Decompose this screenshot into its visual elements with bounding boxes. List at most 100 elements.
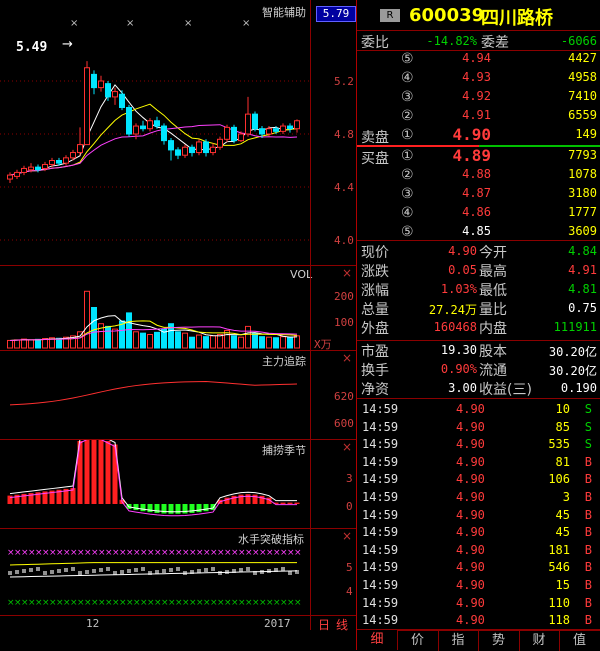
tick-row[interactable]: 14:594.9010S	[360, 402, 596, 419]
tick-side: B	[585, 525, 592, 539]
candle-body	[274, 129, 279, 132]
ask-price: 4.93	[447, 70, 491, 84]
volume-chart[interactable]	[0, 266, 310, 350]
stat-label: 最高	[479, 261, 507, 281]
candle-body	[176, 150, 181, 155]
season-bar	[197, 504, 202, 512]
tick-volume: 81	[556, 455, 570, 469]
tick-row[interactable]: 14:594.9045B	[360, 508, 596, 525]
stat-value: 30.20亿	[517, 343, 597, 360]
tick-row[interactable]: 14:594.90110B	[360, 596, 596, 613]
candle-body	[57, 161, 62, 164]
tick-side: B	[585, 596, 592, 610]
stat-value: 4.91	[517, 263, 597, 277]
stock-code: 600039	[409, 5, 484, 26]
stat-value: 19.30	[397, 343, 477, 357]
volume-bar	[8, 340, 13, 348]
tick-row[interactable]: 14:594.90546B	[360, 560, 596, 577]
sailor-mark-top: ×	[294, 548, 302, 558]
tick-time: 14:59	[362, 596, 398, 610]
candle-body	[148, 121, 153, 129]
x-axis-line	[0, 615, 356, 616]
candle-body	[113, 92, 118, 97]
tick-row[interactable]: 14:594.9081B	[360, 455, 596, 472]
volume-bar	[204, 337, 209, 348]
candle-body	[218, 139, 223, 147]
tab-1[interactable]: 价	[398, 630, 439, 651]
candle-body	[71, 153, 76, 158]
tick-side: B	[585, 613, 592, 627]
tick-price: 4.90	[456, 560, 485, 574]
stat-value: 0.190	[517, 381, 597, 395]
divider	[357, 398, 600, 399]
candle-body	[183, 147, 188, 155]
sell-label: 卖盘	[361, 127, 389, 147]
tab-3[interactable]: 势	[479, 630, 520, 651]
tick-row[interactable]: 14:594.90181B	[360, 543, 596, 560]
ask-volume: 149	[527, 127, 597, 141]
jj-close-icon[interactable]: ×	[342, 440, 352, 454]
candle-body	[246, 114, 251, 134]
axis-label-4-4: 4.4	[334, 181, 354, 194]
sp-close-icon[interactable]: ×	[342, 529, 352, 543]
jj-title: 捕捞季节	[262, 442, 306, 458]
bid-level-icon: ②	[401, 167, 414, 183]
stat-label: 总量	[361, 299, 389, 319]
volume-bar	[295, 336, 300, 348]
sailor-block	[57, 569, 61, 573]
sailor-block	[162, 569, 166, 573]
tick-time: 14:59	[362, 613, 398, 627]
stat-label: 市盈	[361, 341, 389, 361]
candle-body	[36, 167, 41, 170]
vol-title: VOL	[290, 268, 312, 281]
sp-axis-4: 4	[346, 585, 353, 598]
tick-row[interactable]: 14:594.9015B	[360, 578, 596, 595]
tab-2[interactable]: 指	[438, 630, 479, 651]
tick-row[interactable]: 14:594.9045B	[360, 525, 596, 542]
zl-close-icon[interactable]: ×	[342, 351, 352, 365]
candle-body	[232, 127, 237, 140]
tick-volume: 45	[556, 508, 570, 522]
sailor-block	[197, 569, 201, 573]
weibi-value: -14.82%	[397, 34, 477, 48]
tick-row[interactable]: 14:594.9085S	[360, 420, 596, 437]
season-bar	[246, 494, 251, 504]
x-label-2017: 2017	[264, 617, 291, 630]
candle-body	[29, 167, 34, 170]
jj-axis-0: 0	[346, 500, 353, 513]
vol-close-icon[interactable]: ×	[342, 266, 352, 280]
tick-row[interactable]: 14:594.90106B	[360, 472, 596, 489]
volume-bar	[274, 338, 279, 348]
tick-time: 14:59	[362, 402, 398, 416]
tick-volume: 181	[548, 543, 570, 557]
volume-bar	[141, 333, 146, 348]
axis-label-5-2: 5.2	[334, 75, 354, 88]
tick-row[interactable]: 14:594.90535S	[360, 437, 596, 454]
marker-x: ×	[126, 18, 134, 29]
ask-level-icon: ②	[401, 108, 414, 124]
volume-bar	[22, 339, 27, 348]
ma-line-20	[10, 125, 297, 175]
tick-time: 14:59	[362, 578, 398, 592]
ask-volume: 7410	[527, 89, 597, 103]
volume-bar	[281, 337, 286, 348]
chart-panel[interactable]: ×××× 智能辅助 5.79 5.49 → 5.2 4.8 4.4 4.0 VO…	[0, 0, 356, 630]
candle-body	[64, 158, 69, 163]
candle-body	[204, 142, 209, 153]
season-bar	[295, 503, 300, 504]
candle-body	[211, 147, 216, 152]
season-bar	[99, 440, 104, 504]
sp-axis-5: 5	[346, 561, 353, 574]
sailor-block	[141, 567, 145, 571]
r-badge: R	[380, 9, 400, 22]
tab-5[interactable]: 值	[560, 630, 600, 651]
tick-row[interactable]: 14:594.90118B	[360, 613, 596, 630]
volume-bar	[57, 338, 62, 348]
sailor-block	[71, 567, 75, 571]
tab-4[interactable]: 财	[519, 630, 560, 651]
tick-volume: 118	[548, 613, 570, 627]
bid-level-icon: ⑤	[401, 224, 414, 240]
period-selector[interactable]: 日线	[318, 616, 354, 633]
tick-row[interactable]: 14:594.903B	[360, 490, 596, 507]
tab-0[interactable]: 细	[357, 630, 398, 650]
